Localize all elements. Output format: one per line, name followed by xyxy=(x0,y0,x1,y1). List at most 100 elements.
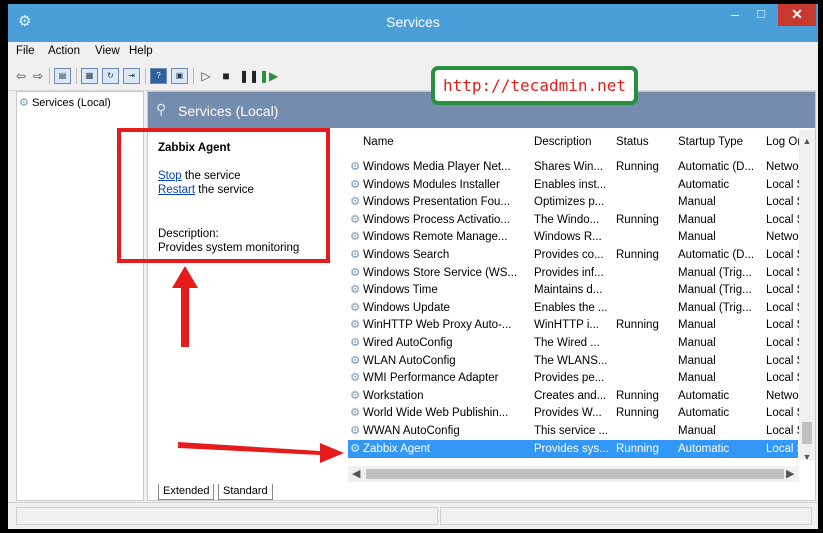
column-startup-type[interactable]: Startup Type xyxy=(678,130,764,154)
table-row[interactable]: ⚙ Windows Modules Installer Enables inst..… xyxy=(348,176,814,194)
pause-service-icon[interactable]: ❚❚ xyxy=(239,68,259,84)
scroll-down-arrow-icon[interactable]: ▼ xyxy=(799,452,815,462)
refresh-icon[interactable]: ↻ xyxy=(102,68,119,84)
table-row[interactable]: ⚙ Windows Time Maintains d... Manual (Trig.… xyxy=(348,281,814,299)
table-row[interactable]: ⚙ WMI Performance Adapter Provides pe... Ma… xyxy=(348,369,814,387)
menu-help[interactable]: Help xyxy=(129,45,153,57)
service-startup-cell: Manual xyxy=(678,337,716,349)
toolbar-separator xyxy=(76,68,77,84)
table-row[interactable]: ⚙ WinHTTP Web Proxy Auto-... WinHTTP i... R… xyxy=(348,316,814,334)
service-startup-cell: Manual xyxy=(678,319,716,332)
service-status-cell: Running xyxy=(616,161,659,173)
minimize-button[interactable]: – xyxy=(722,4,748,26)
tab-standard[interactable]: Standard xyxy=(218,484,273,500)
service-gear-icon: ⚙ xyxy=(350,266,361,279)
service-gear-icon: ⚙ xyxy=(350,213,361,226)
scroll-thumb[interactable] xyxy=(802,422,812,444)
service-description-cell: Enables inst... xyxy=(534,178,607,191)
service-name-cell: WinHTTP Web Proxy Auto-... xyxy=(363,319,512,332)
service-description-cell: Provides sys... xyxy=(534,442,609,455)
service-startup-cell: Automatic xyxy=(678,442,730,455)
table-row[interactable]: ⚙ Windows Store Service (WS... Provides in… xyxy=(348,264,814,282)
table-row[interactable]: ⚙ WLAN AutoConfig The WLANS... Manual Local … xyxy=(348,352,814,370)
maximize-button[interactable]: □ xyxy=(748,4,774,26)
panel-title: Services (Local) xyxy=(178,103,279,119)
horizontal-scrollbar[interactable]: ◀ ▶ xyxy=(348,466,799,482)
restart-service-icon[interactable]: ❚▶ xyxy=(259,68,278,84)
table-row[interactable]: ⚙ Windows Media Player Net... Shares Win..… xyxy=(348,158,808,176)
menu-file[interactable]: File xyxy=(16,45,35,57)
table-row[interactable]: ⚙ Zabbix Agent Provides sys... Running Autom… xyxy=(348,439,814,458)
service-name-cell: Windows Remote Manage... xyxy=(363,231,508,244)
service-gear-icon: ⚙ xyxy=(350,249,361,261)
scroll-right-arrow-icon[interactable]: ▶ xyxy=(786,467,794,480)
service-description-cell: Provides pe... xyxy=(534,372,605,385)
service-name-cell: Workstation xyxy=(363,389,424,402)
service-startup-cell: Manual xyxy=(678,231,716,244)
start-service-icon[interactable]: ▷ xyxy=(200,68,212,84)
service-gear-icon: ⚙ xyxy=(350,196,361,209)
table-row[interactable]: ⚙ World Wide Web Publishin... Provides W..… xyxy=(348,404,814,422)
close-button[interactable]: ✕ xyxy=(778,4,816,26)
service-status-cell: Running xyxy=(616,407,659,420)
table-row[interactable]: ⚙ Workstation Creates and... Running Automat… xyxy=(348,387,808,405)
stop-service-icon[interactable]: ■ xyxy=(220,68,232,84)
gear-icon: ⚙ xyxy=(19,97,29,109)
scroll-left-arrow-icon[interactable]: ◀ xyxy=(352,467,360,480)
service-gear-icon: ⚙ xyxy=(350,161,361,173)
show-hide-tree-icon[interactable]: ▤ xyxy=(54,68,71,84)
table-row[interactable]: ⚙ WWAN AutoConfig This service ... Manual Lo… xyxy=(348,422,814,440)
export-list-icon[interactable]: ⇥ xyxy=(123,68,140,84)
properties-icon[interactable]: ▦ xyxy=(81,68,98,84)
table-row[interactable]: ⚙ Windows Search Provides co... Running Auto… xyxy=(348,246,814,264)
service-startup-cell: Manual xyxy=(678,354,716,367)
window-title: Services xyxy=(386,14,440,30)
service-status-cell: Running xyxy=(616,389,659,402)
column-status[interactable]: Status xyxy=(616,130,676,154)
vertical-scrollbar[interactable]: ▲ ▼ xyxy=(799,130,815,462)
table-row[interactable]: ⚙ Windows Remote Manage... Windows R... Man… xyxy=(348,228,808,246)
title-bar[interactable]: ⚙ Services – □ ✕ xyxy=(8,4,818,42)
table-row[interactable]: ⚙ Wired AutoConfig The Wired ... Manual Loca… xyxy=(348,334,814,352)
service-gear-icon: ⚙ xyxy=(350,372,361,385)
column-description[interactable]: Description xyxy=(534,130,610,154)
table-row[interactable]: ⚙ Windows Process Activatio... The Windo..… xyxy=(348,211,814,229)
tab-extended[interactable]: Extended xyxy=(158,484,215,500)
back-arrow-icon[interactable]: ⇦ xyxy=(14,68,28,84)
tree-item-services-local[interactable]: ⚙ Services (Local) xyxy=(19,96,111,109)
menu-view[interactable]: View xyxy=(95,45,120,57)
table-row[interactable]: ⚙ Windows Presentation Fou... Optimizes p.… xyxy=(348,193,814,211)
table-row[interactable]: ⚙ Windows Update Enables the ... Manual (Tr… xyxy=(348,299,814,317)
service-startup-cell: Manual (Trig... xyxy=(678,301,752,314)
help-icon[interactable]: ? xyxy=(150,68,167,84)
console-icon[interactable]: ▣ xyxy=(171,68,188,84)
service-name-cell: WLAN AutoConfig xyxy=(363,354,456,367)
menu-action[interactable]: Action xyxy=(48,45,80,57)
service-description-cell: The Wired ... xyxy=(534,337,600,349)
scroll-thumb-horizontal[interactable] xyxy=(366,469,784,479)
service-name-cell: Windows Media Player Net... xyxy=(363,161,511,173)
service-name-cell: Windows Store Service (WS... xyxy=(363,266,518,279)
service-startup-cell: Automatic (D... xyxy=(678,161,755,173)
service-name-cell: WMI Performance Adapter xyxy=(363,372,499,385)
service-description-cell: Creates and... xyxy=(534,389,607,402)
service-description-cell: The Windo... xyxy=(534,213,600,226)
service-gear-icon: ⚙ xyxy=(350,354,361,367)
service-description-cell: This service ... xyxy=(534,425,609,437)
service-description-cell: Provides inf... xyxy=(534,266,604,279)
annotation-highlight-box xyxy=(117,128,330,263)
service-gear-icon: ⚙ xyxy=(350,442,361,455)
services-list: Name Description Status Startup Type Log… xyxy=(348,130,814,482)
service-description-cell: Provides W... xyxy=(534,407,602,420)
status-pane-right xyxy=(440,507,812,525)
service-name-cell: Wired AutoConfig xyxy=(363,337,453,349)
service-description-cell: Windows R... xyxy=(534,231,602,244)
toolbar-separator xyxy=(193,68,194,84)
tree-item-label: Services (Local) xyxy=(31,97,111,109)
service-name-cell: Windows Search xyxy=(363,249,450,261)
service-status-cell: Running xyxy=(616,442,659,455)
forward-arrow-icon[interactable]: ⇨ xyxy=(31,68,45,84)
scroll-up-arrow-icon[interactable]: ▲ xyxy=(799,136,815,146)
column-name[interactable]: Name xyxy=(363,130,536,154)
service-description-cell: WinHTTP i... xyxy=(534,319,599,332)
